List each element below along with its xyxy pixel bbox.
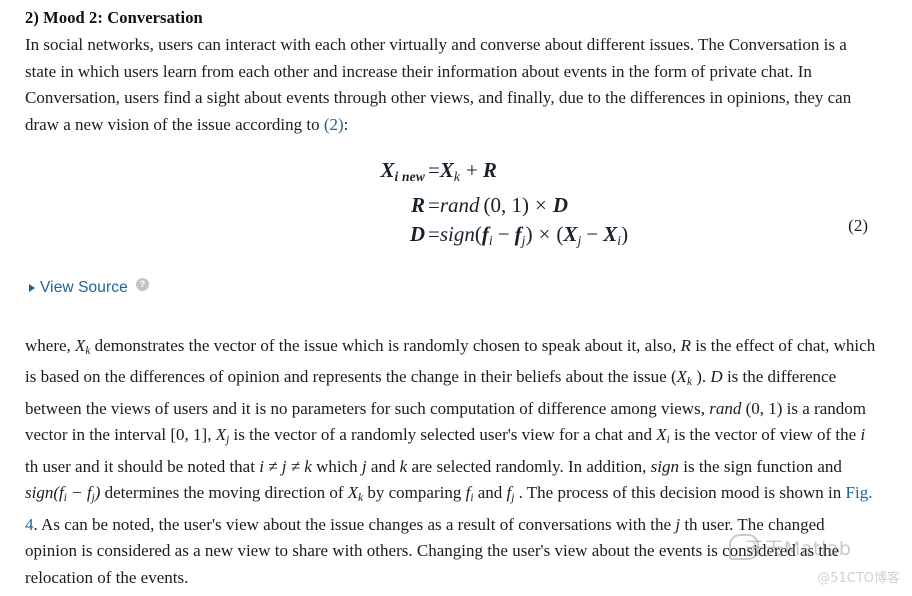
var-x: X xyxy=(603,221,618,246)
func-sign-open: sign(f xyxy=(25,483,64,503)
inline-math-xk-2: Xk xyxy=(676,367,692,388)
caret-right-icon xyxy=(29,283,35,292)
text-run: is the sign function and xyxy=(678,456,842,476)
text-run: determines the moving direction of xyxy=(100,483,348,503)
equals-sign: = xyxy=(428,221,440,246)
var-x: X xyxy=(656,425,667,445)
var-x: X xyxy=(347,483,359,503)
inline-math-sign-expr: sign(fi − fj) xyxy=(25,483,100,504)
text-run: is the vector of view of the xyxy=(669,425,861,445)
inline-math-xi: Xi xyxy=(656,425,670,446)
intro-paragraph: In social networks, users can interact w… xyxy=(25,32,876,138)
view-source-toggle[interactable]: View Source ? xyxy=(29,278,876,297)
var-x: X xyxy=(75,336,86,355)
var-d: D xyxy=(409,221,425,246)
text-run: are selected randomly. In addition, xyxy=(407,456,651,476)
reference-link-eq2[interactable]: (2) xyxy=(324,115,344,134)
minus-sign: − xyxy=(497,221,510,246)
text-run: and xyxy=(473,483,507,503)
var-x: X xyxy=(380,158,395,182)
text-run: demonstrates the vector of the issue whi… xyxy=(90,336,681,355)
equation-line-2-lhs: R xyxy=(321,191,425,220)
text-run: . The process of this decision mood is s… xyxy=(514,483,846,503)
equation-line-1: Xi new =Xk + R xyxy=(321,156,628,191)
inline-math-d: D xyxy=(710,367,723,387)
var-x: X xyxy=(676,367,688,387)
inline-math-i: i xyxy=(860,425,866,445)
var-x: X xyxy=(439,158,454,182)
inline-math-sign: sign xyxy=(650,456,679,476)
document-page: 2) Mood 2: Conversation In social networ… xyxy=(0,0,912,596)
equation-line-3-rhs: =sign(fi − fj) × (Xj − Xi) xyxy=(425,220,628,255)
text-run: ). xyxy=(692,367,711,387)
equals-sign: = xyxy=(428,192,440,217)
inline-math-r: R xyxy=(680,336,691,355)
func-rand: rand xyxy=(439,192,480,217)
open-paren: ( xyxy=(474,221,482,246)
rand-args: (0, 1) xyxy=(483,192,530,217)
equation-line-3: D =sign(fi − fj) × (Xj − Xi) xyxy=(321,220,628,255)
equation-line-2-rhs: =rand (0, 1) × D xyxy=(425,191,568,220)
func-sign: sign xyxy=(439,221,475,246)
equals-sign: = xyxy=(428,158,440,182)
plus-sign: + xyxy=(466,158,478,182)
inline-math-xk-3: Xk xyxy=(347,483,363,504)
close-paren: ) xyxy=(525,221,533,246)
intro-text-part2: : xyxy=(343,114,349,134)
equation-block: Xi new =Xk + R R =rand (0, 1) × D D =sign(fi −… xyxy=(25,156,876,252)
text-run: which xyxy=(311,456,362,476)
close-paren: ) xyxy=(621,221,629,246)
var-r: R xyxy=(482,158,497,182)
equation-line-3-lhs: D xyxy=(321,220,425,249)
inline-math-xk: Xk xyxy=(75,336,90,357)
inline-math-rand: rand xyxy=(709,398,742,418)
var-d: D xyxy=(552,192,569,217)
text-run: where, xyxy=(25,336,76,355)
view-source-label[interactable]: View Source xyxy=(40,279,128,297)
equation-line-1-lhs: Xi new xyxy=(321,156,425,191)
intro-text-part1: In social networks, users can interact w… xyxy=(25,35,852,134)
text-run: by comparing xyxy=(363,483,466,503)
equation-number: (2) xyxy=(848,216,868,235)
text-run: is the vector of a randomly selected use… xyxy=(229,425,657,445)
inline-math-inequality: i ≠ j ≠ k xyxy=(259,456,312,476)
body-paragraph: where, Xk demonstrates the vector of the… xyxy=(25,333,876,591)
text-run: and xyxy=(366,456,400,476)
subscript-i-new: i new xyxy=(394,168,425,184)
times-sign: × xyxy=(538,221,551,246)
minus-f: − f xyxy=(66,483,92,503)
var-r: R xyxy=(410,192,425,217)
var-x: X xyxy=(215,425,227,445)
text-run: . As can be noted, the user's view about… xyxy=(33,514,676,534)
page-title: 2) Mood 2: Conversation xyxy=(25,8,203,27)
var-f: f xyxy=(481,221,489,246)
help-icon[interactable]: ? xyxy=(135,278,149,291)
minus-sign: − xyxy=(586,221,599,246)
var-x: X xyxy=(563,221,578,246)
text-run: th user and it should be noted that xyxy=(25,456,260,476)
equation-lines: Xi new =Xk + R R =rand (0, 1) × D D =sign(fi −… xyxy=(321,156,628,255)
equation-line-1-rhs: =Xk + R xyxy=(425,156,497,191)
equation-line-2: R =rand (0, 1) × D xyxy=(321,191,628,220)
document-content: 2) Mood 2: Conversation In social networ… xyxy=(0,0,912,591)
var-f: f xyxy=(514,221,522,246)
inline-math-xj: Xj xyxy=(215,425,230,446)
times-sign: × xyxy=(535,192,547,217)
